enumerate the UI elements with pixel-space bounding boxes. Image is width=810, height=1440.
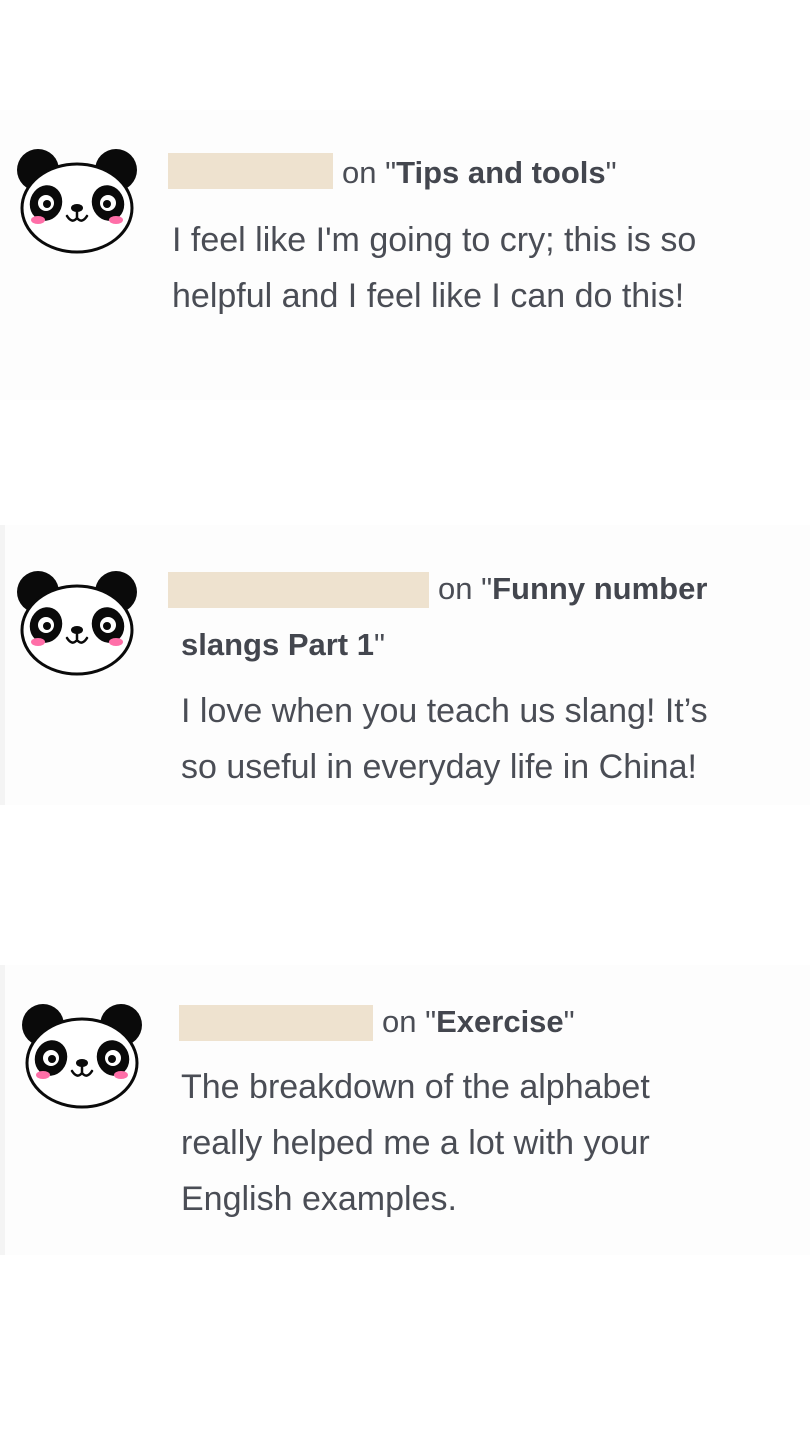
topic-link[interactable]: Tips and tools (396, 155, 606, 190)
comment-card: on "Exercise" The breakdown of the alpha… (0, 965, 810, 1255)
on-suffix: " (563, 1004, 575, 1039)
on-prefix: on " (342, 155, 397, 190)
on-prefix: on " (438, 571, 493, 606)
comment-topic-header: on "Tips and tools" (342, 145, 617, 201)
comment-line: really helped me a lot with your (181, 1124, 650, 1162)
panda-avatar-icon[interactable] (16, 570, 140, 680)
comment-body: The breakdown of the alphabet really hel… (181, 1059, 650, 1227)
topic-link[interactable]: Funny number (492, 571, 707, 606)
topic-link[interactable]: slangs Part 1 (181, 627, 374, 662)
panda-avatar-icon[interactable] (16, 148, 140, 258)
panda-avatar-icon[interactable] (21, 1003, 145, 1113)
comment-topic-header-line2: slangs Part 1" (181, 617, 385, 673)
on-suffix: " (605, 155, 617, 190)
comment-line: I love when you teach us slang! It’s (181, 692, 708, 730)
comment-line: helpful and I feel like I can do this! (172, 277, 685, 315)
comment-line: English examples. (181, 1180, 457, 1218)
username-redacted[interactable] (179, 1005, 373, 1041)
on-prefix: on " (382, 1004, 437, 1039)
comment-card: on "Funny number slangs Part 1" I love w… (0, 525, 810, 805)
topic-link[interactable]: Exercise (436, 1004, 564, 1039)
comment-line: so useful in everyday life in China! (181, 748, 697, 786)
comment-line: The breakdown of the alphabet (181, 1068, 650, 1106)
comment-topic-header: on "Funny number (438, 561, 707, 617)
username-redacted[interactable] (168, 153, 333, 189)
username-redacted[interactable] (168, 572, 429, 608)
comment-body: I love when you teach us slang! It’s so … (181, 683, 708, 795)
comment-card: on "Tips and tools" I feel like I'm goin… (0, 110, 810, 400)
comment-body: I feel like I'm going to cry; this is so… (172, 212, 696, 324)
comment-line: I feel like I'm going to cry; this is so (172, 221, 697, 259)
comment-topic-header: on "Exercise" (382, 994, 575, 1050)
on-suffix: " (373, 627, 385, 662)
